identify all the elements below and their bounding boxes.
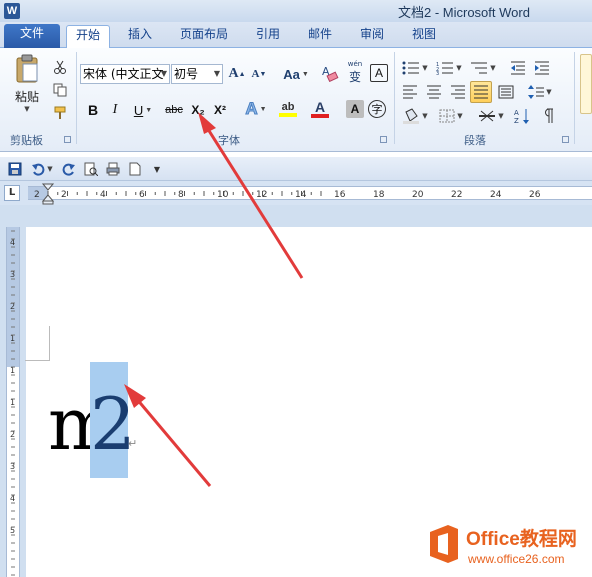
- watermark: Office教程网 www.office26.com: [428, 522, 588, 572]
- arrow-to-subscript: [198, 112, 304, 279]
- watermark-title: Office教程网: [466, 529, 577, 550]
- office-logo-icon: [430, 525, 458, 563]
- annotation-arrows: [124, 112, 304, 487]
- watermark-url: www.office26.com: [468, 552, 565, 566]
- arrow-to-selection: [124, 384, 212, 487]
